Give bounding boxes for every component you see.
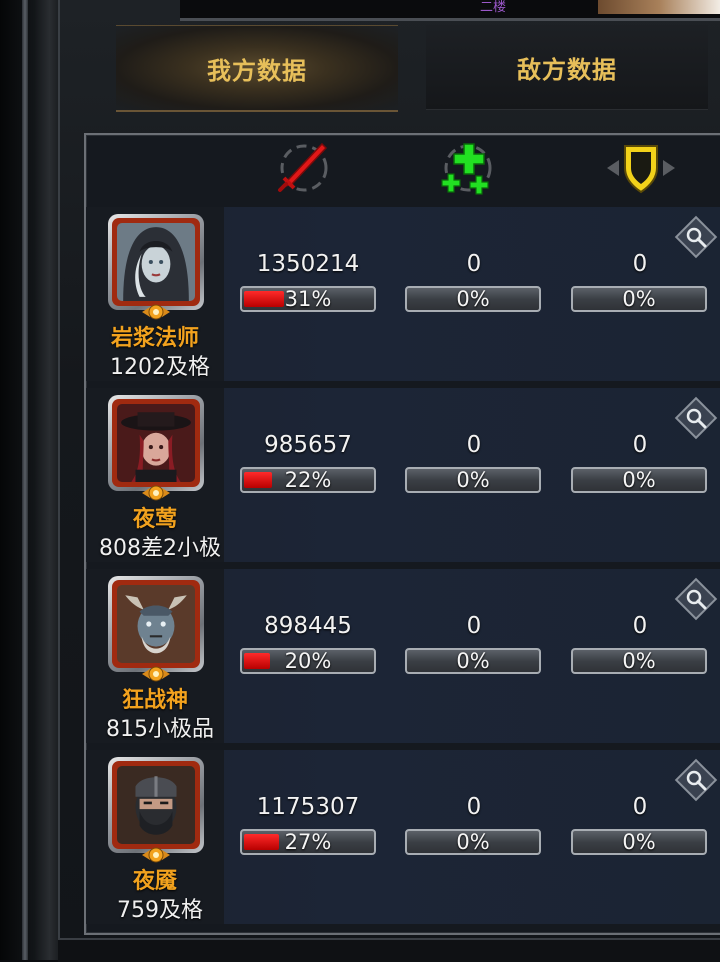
masked-ninja-portrait [117,766,195,844]
hero-portrait[interactable] [108,395,204,491]
berserker-portrait [117,585,195,663]
hooded-mage-portrait [117,223,195,301]
heal-value: 0 [466,613,482,639]
rank-medal-icon [142,303,170,321]
defense-percent: 0% [622,468,656,492]
defense-percent: 0% [622,287,656,311]
hero-portrait[interactable] [108,214,204,310]
magnifier-icon[interactable] [674,758,718,802]
damage-bar: 22% [240,467,376,493]
hero-row[interactable]: 夜魇 759及格 1175307 27% 0 0% 0 0% [86,750,720,924]
hero-row[interactable]: 狂战神 815小极品 898445 20% 0 0% 0 0% [86,569,720,743]
heal-bar: 0% [405,467,541,493]
damage-value: 985657 [264,432,352,458]
hero-grade: 759及格 [117,898,203,923]
heal-bar: 0% [405,648,541,674]
rank-medal-icon [142,665,170,683]
heal-value: 0 [466,794,482,820]
damage-value: 1175307 [256,794,360,820]
hero-row[interactable]: 岩浆法师 1202及格 1350214 31% 0 0% 0 0% [86,207,720,381]
heal-percent: 0% [456,830,490,854]
nightingale-portrait [117,404,195,482]
heal-percent: 0% [456,468,490,492]
damage-value: 1350214 [256,251,360,277]
outer-frame-left [0,0,62,960]
defense-shield-icon [603,140,679,196]
banner-tag: 二楼 [480,0,507,15]
top-banner: 二楼 [180,0,720,21]
damage-sword-icon [266,140,342,196]
heal-percent: 0% [456,287,490,311]
damage-percent: 31% [284,287,332,311]
hero-name: 夜莺 [132,507,177,532]
hero-portrait[interactable] [108,757,204,853]
heal-bar: 0% [405,286,541,312]
hero-grade: 808差2小极 [99,536,221,561]
hero-name: 夜魇 [132,869,177,894]
defense-bar: 0% [571,829,707,855]
tab-enemy-data[interactable]: 敌方数据 [426,25,708,110]
hero-grade: 815小极品 [106,717,214,742]
tab-our-data[interactable]: 我方数据 [116,25,398,112]
hero-grade: 1202及格 [110,355,210,380]
magnifier-icon[interactable] [674,577,718,621]
hero-name: 岩浆法师 [110,326,199,351]
damage-percent: 22% [284,468,332,492]
damage-bar: 27% [240,829,376,855]
rank-medal-icon [142,846,170,864]
damage-value: 898445 [264,613,352,639]
window-bottom-border [58,938,720,962]
heal-bar: 0% [405,829,541,855]
defense-percent: 0% [622,830,656,854]
magnifier-icon[interactable] [674,215,718,259]
damage-bar: 20% [240,648,376,674]
heal-value: 0 [466,251,482,277]
defense-bar: 0% [571,648,707,674]
hero-name: 狂战神 [121,688,188,713]
damage-percent: 27% [284,830,332,854]
defense-bar: 0% [571,467,707,493]
hero-row[interactable]: 夜莺 808差2小极 985657 22% 0 0% 0 0% [86,388,720,562]
hero-portrait[interactable] [108,576,204,672]
heal-percent: 0% [456,649,490,673]
damage-bar: 31% [240,286,376,312]
damage-percent: 20% [284,649,332,673]
defense-bar: 0% [571,286,707,312]
magnifier-icon[interactable] [674,396,718,440]
heal-value: 0 [466,432,482,458]
banner-art [598,0,720,14]
healing-cross-icon [430,140,506,196]
defense-percent: 0% [622,649,656,673]
rank-medal-icon [142,484,170,502]
